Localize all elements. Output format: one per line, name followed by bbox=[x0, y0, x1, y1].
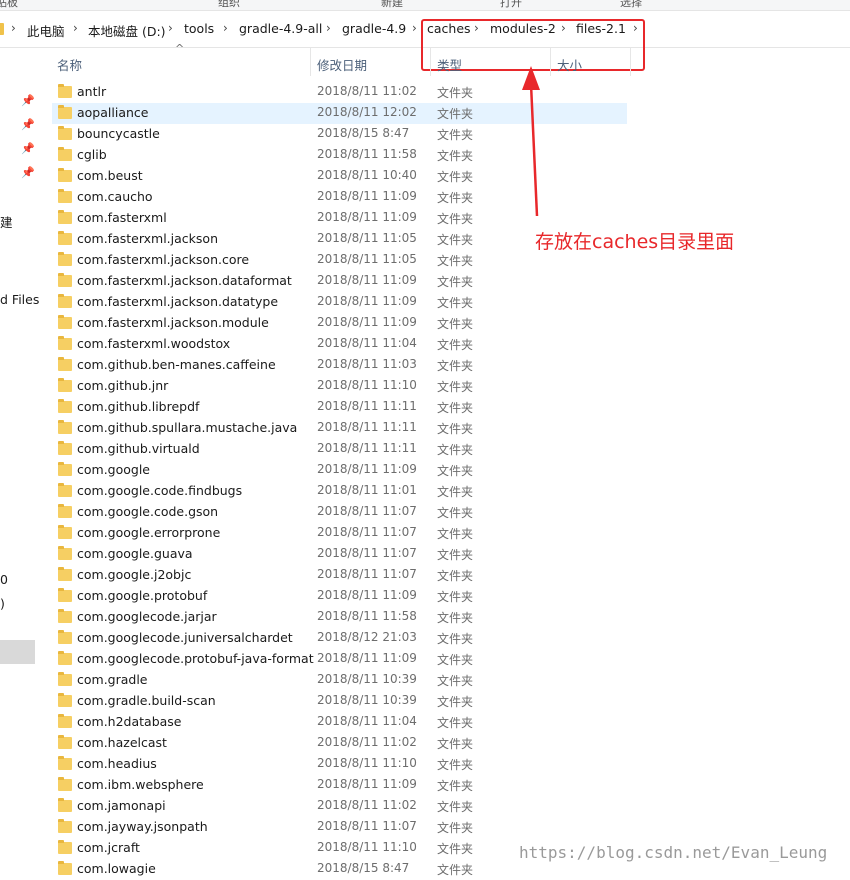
arrow-shaft bbox=[529, 83, 539, 217]
watermark: https://blog.csdn.net/Evan_Leung bbox=[519, 843, 828, 862]
annotation-arrow bbox=[522, 66, 540, 217]
annotation-text: 存放在caches目录里面 bbox=[535, 231, 735, 253]
arrow-head bbox=[522, 66, 540, 90]
